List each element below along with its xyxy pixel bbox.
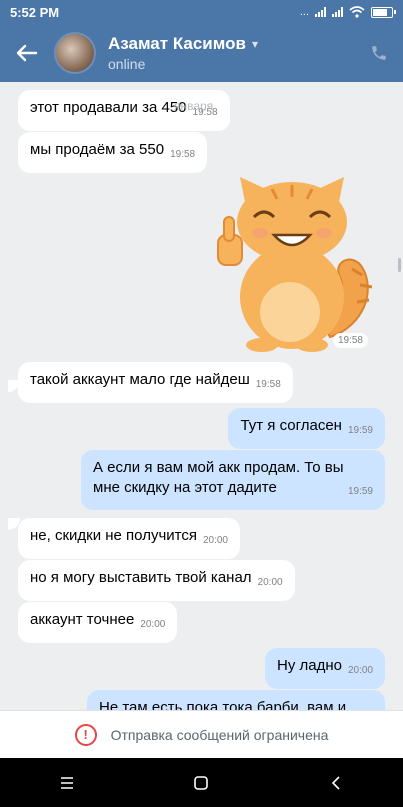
message-text: Тут я согласен: [240, 417, 342, 434]
message-text: А если я вам мой акк продам. То вы мне с…: [93, 459, 344, 496]
menu-button[interactable]: [37, 776, 97, 789]
avatar[interactable]: [54, 32, 96, 74]
message-incoming[interactable]: мы продаём за 550 19:58: [18, 132, 208, 173]
message-time: 19:58: [255, 379, 281, 390]
status-icons: ...: [299, 6, 396, 18]
cat-thumbs-up-sticker[interactable]: 19:58: [212, 177, 382, 352]
call-button[interactable]: [355, 44, 403, 62]
message-list[interactable]: этот продавали за 450 19:58 января мы про…: [0, 82, 403, 710]
contact-info[interactable]: Азамат Касимов ▾ online: [108, 34, 355, 72]
status-time: 5:52 PM: [10, 4, 60, 20]
message-incoming[interactable]: такой аккаунт мало где найдеш 19:58: [18, 362, 293, 403]
arrow-left-icon: [16, 44, 38, 62]
message-text: не, скидки не получится: [30, 527, 197, 544]
message-incoming[interactable]: этот продавали за 450 19:58 января: [18, 90, 230, 131]
message-time: 20:00: [257, 577, 283, 588]
message-time: 20:00: [202, 535, 228, 546]
chevron-down-icon: ▾: [251, 37, 258, 51]
contact-status: online: [108, 56, 146, 72]
message-text: мы продаём за 550: [30, 141, 165, 158]
message-text: Не там есть пока тока барби, вам и: [99, 699, 347, 710]
contact-name-text: Азамат Касимов: [108, 34, 246, 53]
home-button[interactable]: [171, 775, 231, 790]
message-time: 19:58: [332, 333, 368, 348]
contact-name: Азамат Касимов ▾: [108, 34, 355, 54]
nav-back-button[interactable]: [306, 775, 366, 790]
status-bar: 5:52 PM ...: [0, 0, 403, 24]
message-incoming[interactable]: но я могу выставить твой канал 20:00: [18, 560, 295, 601]
back-button[interactable]: [0, 24, 54, 82]
wifi-icon: [349, 6, 365, 18]
message-text: но я могу выставить твой канал: [30, 569, 252, 586]
message-outgoing[interactable]: Не там есть пока тока барби, вам и: [87, 690, 385, 710]
message-time: 19:59: [347, 425, 373, 436]
battery-icon: [371, 6, 396, 18]
message-text: этот продавали за 450: [30, 99, 187, 116]
cat-sticker-image: [217, 177, 373, 352]
message-restriction-bar: ! Отправка сообщений ограничена: [0, 710, 403, 758]
network-dots: ...: [299, 6, 309, 18]
chat-header: Азамат Касимов ▾ online: [0, 24, 403, 82]
signal-icon: [315, 7, 326, 17]
square-home-icon: [194, 775, 209, 790]
triangle-back-icon: [331, 775, 340, 790]
message-text: Ну ладно: [276, 657, 342, 674]
message-incoming[interactable]: аккаунт точнее 20:00: [18, 602, 178, 643]
phone-icon: [372, 46, 386, 60]
message-incoming[interactable]: не, скидки не получится 20:00: [18, 518, 240, 559]
message-outgoing[interactable]: Тут я согласен 19:59: [228, 408, 385, 449]
message-time: 19:59: [347, 486, 373, 497]
signal-2-icon: [332, 7, 343, 17]
scrollbar[interactable]: [398, 258, 401, 272]
menu-icon: [61, 776, 74, 789]
message-outgoing[interactable]: А если я вам мой акк продам. То вы мне с…: [81, 450, 385, 510]
message-outgoing[interactable]: Ну ладно 20:00: [264, 648, 385, 689]
message-text: такой аккаунт мало где найдеш: [30, 371, 250, 388]
exclamation-circle-icon: !: [74, 723, 97, 746]
message-time: 20:00: [140, 619, 166, 630]
date-overlay: января: [174, 99, 214, 113]
message-time: 20:00: [347, 665, 373, 676]
system-nav-bar: [0, 758, 403, 807]
message-text: аккаунт точнее: [30, 611, 135, 628]
message-time: 19:58: [170, 149, 196, 160]
restriction-text: Отправка сообщений ограничена: [110, 726, 329, 743]
